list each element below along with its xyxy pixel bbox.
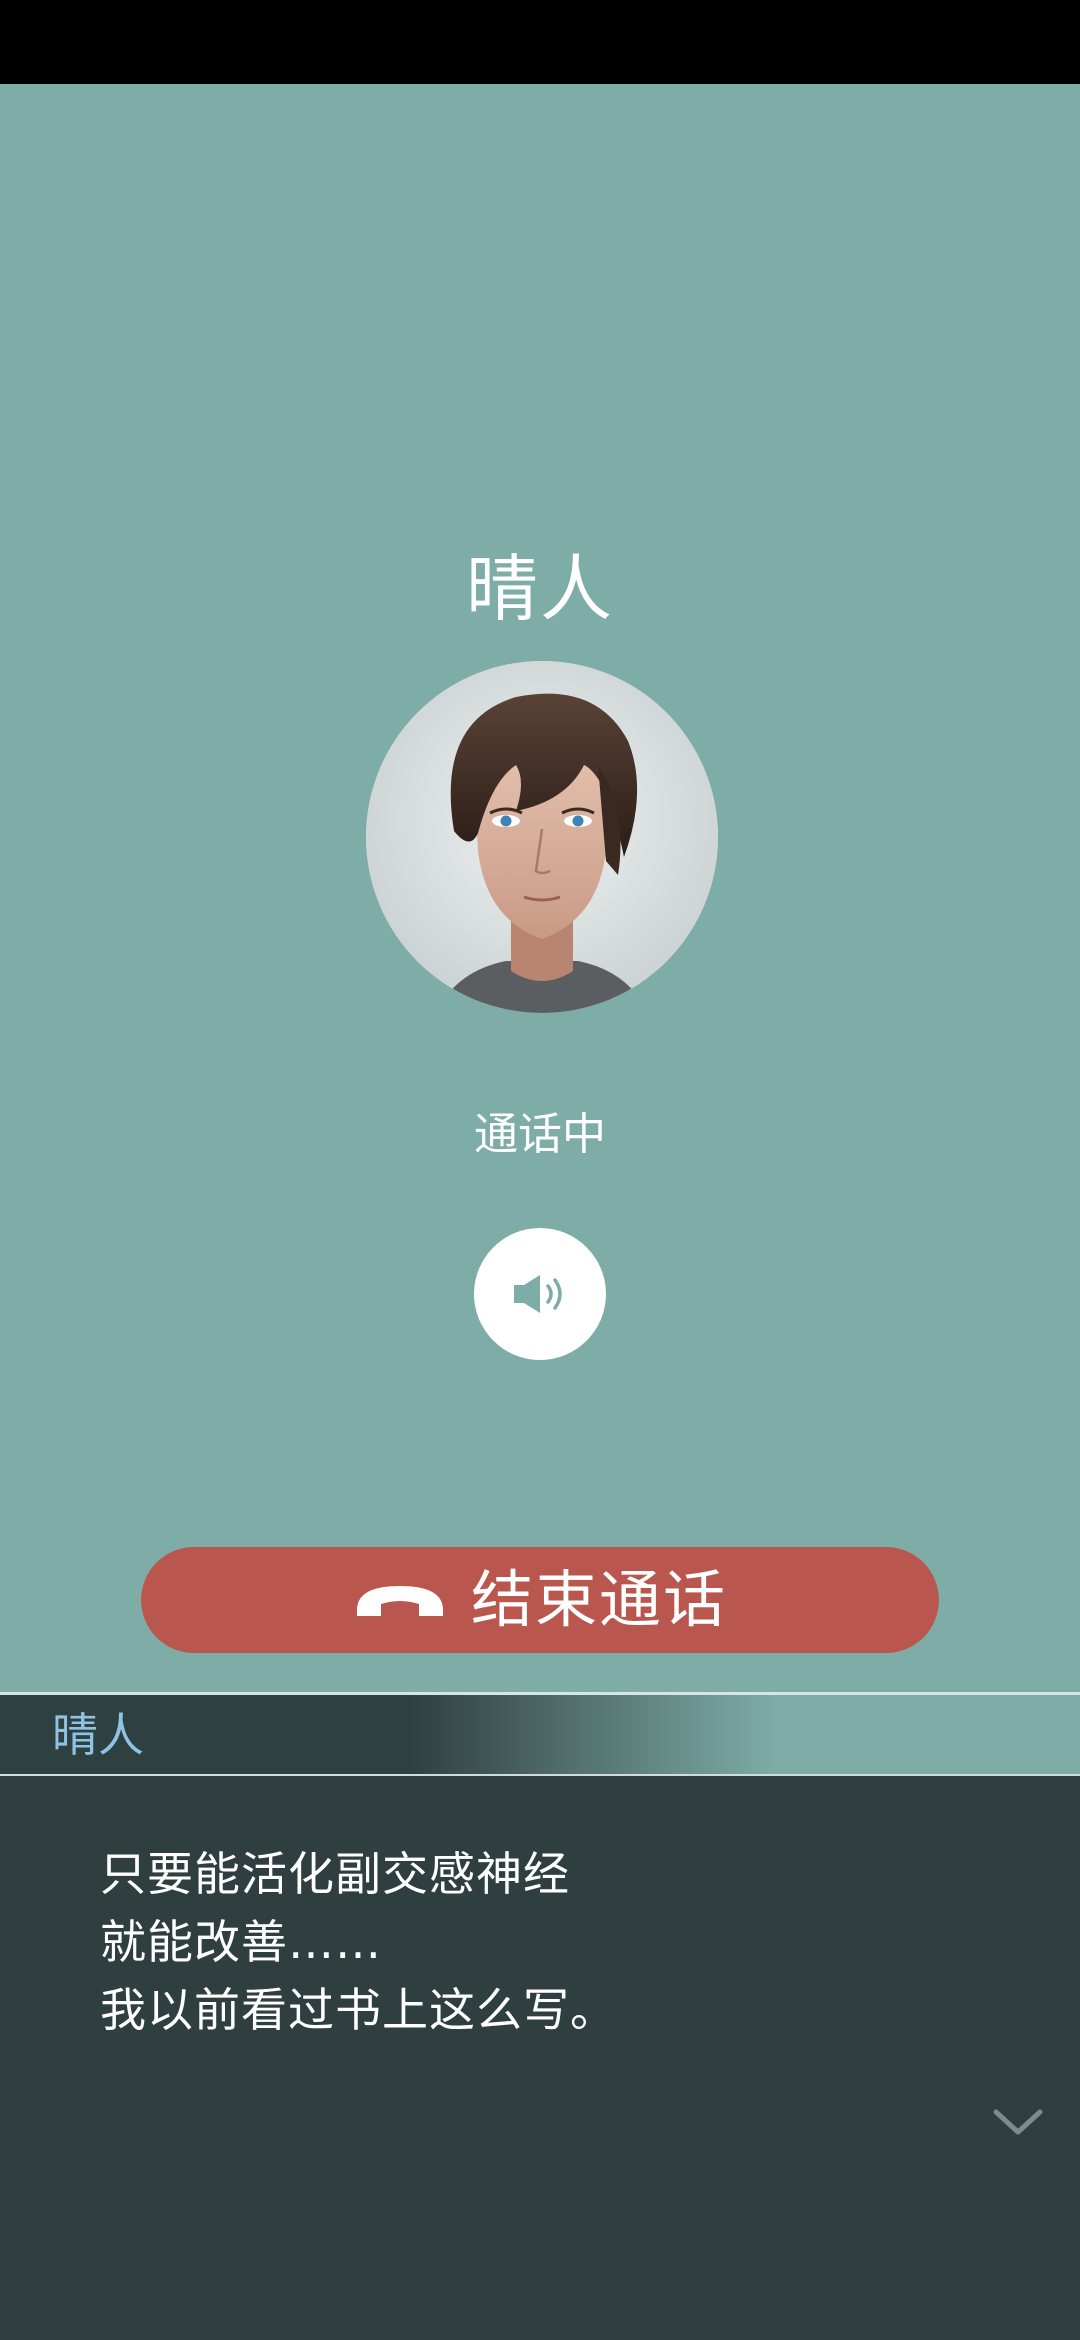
- speaker-name-bar: 晴人: [0, 1692, 1080, 1774]
- caller-avatar: [366, 661, 718, 1013]
- dialogue-line-1: 只要能活化副交感神经: [100, 1847, 570, 1901]
- chevron-down-icon[interactable]: [990, 2106, 1046, 2138]
- speaker-button[interactable]: [474, 1228, 606, 1360]
- dialogue-box[interactable]: 只要能活化副交感神经 就能改善…… 我以前看过书上这么写。: [0, 1774, 1080, 2340]
- phone-hangup-icon: [356, 1586, 443, 1616]
- caller-name: 晴人: [465, 547, 614, 631]
- end-call-label: 结束通话: [470, 1563, 727, 1636]
- speaker-icon: [514, 1275, 562, 1313]
- dialogue-line-3: 我以前看过书上这么写。: [100, 1983, 617, 2037]
- call-status: 通话中: [474, 1109, 606, 1160]
- speaker-name: 晴人: [52, 1708, 144, 1762]
- call-screen: 晴人 通话中 结束通话: [0, 84, 1080, 1692]
- dialogue-line-2: 就能改善……: [100, 1915, 382, 1969]
- status-bar: [0, 0, 1080, 84]
- end-call-button[interactable]: 结束通话: [141, 1547, 939, 1653]
